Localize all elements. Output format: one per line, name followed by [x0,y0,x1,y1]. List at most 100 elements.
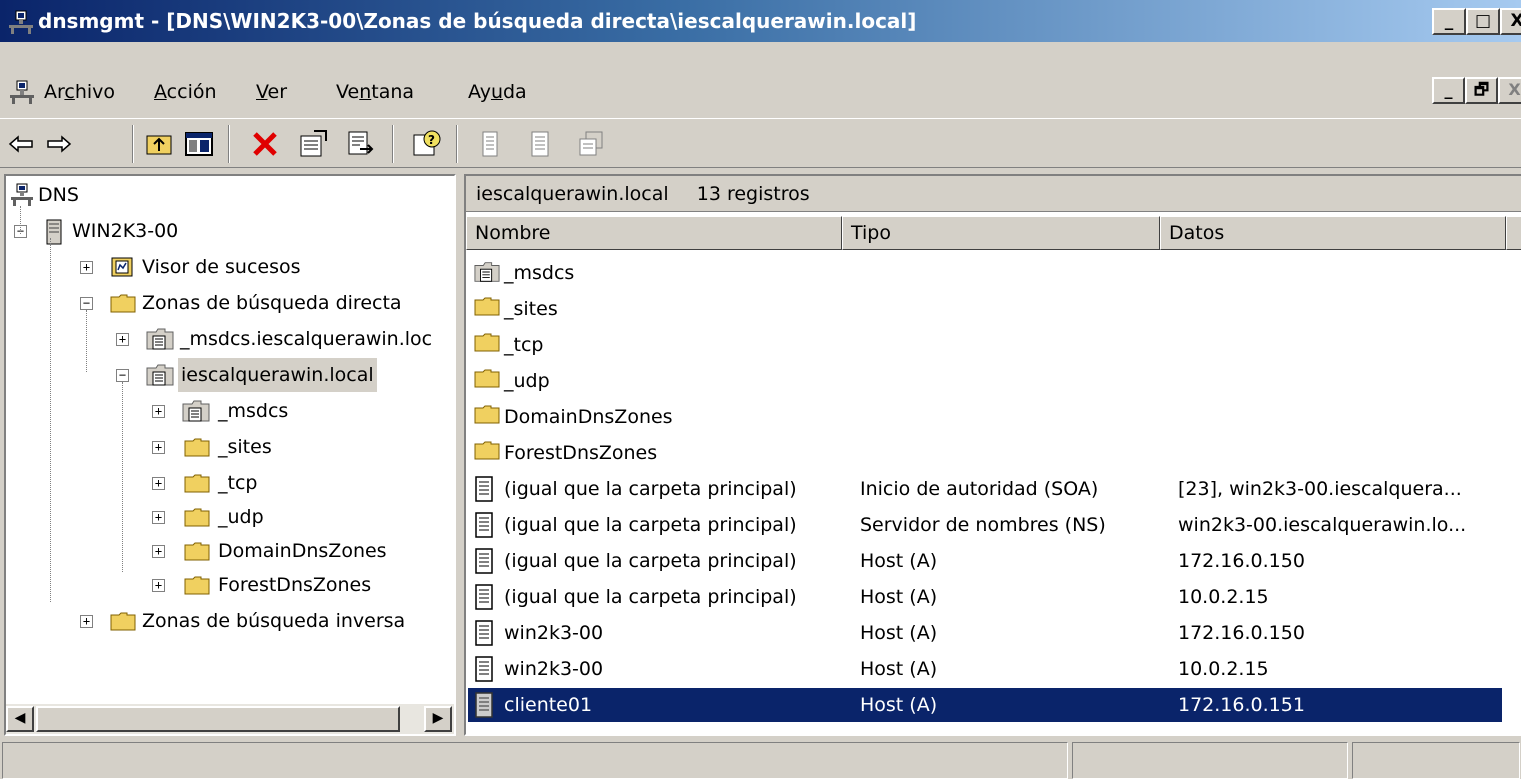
back-icon[interactable] [4,127,38,161]
tree-item-sites[interactable]: + _sites [6,430,446,464]
record-name: (igual que la carpeta principal) [504,478,797,500]
tree-item-label: _tcp [218,472,258,494]
list-item[interactable]: (igual que la carpeta principal) Host (A)… [468,544,1502,578]
horizontal-scrollbar[interactable]: ◀ ▶ [6,704,454,734]
column-header-datos[interactable]: Datos [1160,216,1506,250]
up-folder-icon[interactable] [142,127,176,161]
minimize-button[interactable]: _ [1432,8,1466,35]
list-item[interactable]: (igual que la carpeta principal) Servidor… [468,508,1502,542]
list-item[interactable]: cliente01 Host (A) 172.16.0.151 [468,688,1502,722]
tree-item-domaindnszones[interactable]: + DomainDnsZones [6,534,446,568]
forward-icon[interactable] [42,127,76,161]
show-hide-tree-icon[interactable] [182,127,216,161]
child-close-button[interactable]: X [1498,77,1521,104]
menu-archivo[interactable]: Archivo [44,72,115,112]
tree-item-forestdnszones[interactable]: + ForestDnsZones [6,568,446,602]
list-item[interactable]: (igual que la carpeta principal) Host (A)… [468,580,1502,614]
maximize-button[interactable]: □ [1466,8,1500,35]
tree-item-tcp[interactable]: + _tcp [6,466,446,500]
new-zone-icon[interactable] [574,127,608,161]
list-item[interactable]: ForestDnsZones [468,436,1502,470]
tree-item-msdcs[interactable]: + _msdcs [6,394,446,428]
scroll-right-icon[interactable]: ▶ [424,706,452,732]
folder-icon [184,508,210,527]
record-type: Host (A) [860,694,938,716]
tree-item-label: _msdcs.iescalquerawin.loc [180,328,433,350]
event-viewer-icon [111,257,133,277]
new-record-2-icon[interactable] [524,127,558,161]
menu-accion[interactable]: Acción [154,72,217,112]
expand-icon[interactable]: + [80,261,93,274]
expand-icon[interactable]: + [116,333,129,346]
scroll-left-icon[interactable]: ◀ [6,706,34,732]
column-header-nombre[interactable]: Nombre [466,216,842,250]
tree-item-dns[interactable]: DNS [6,178,446,212]
help-icon[interactable]: ? [410,127,444,161]
expand-icon[interactable]: + [152,579,165,592]
expand-icon[interactable]: + [152,441,165,454]
expand-icon[interactable]: + [152,545,165,558]
zone-icon [474,260,500,284]
toolbar-separator [228,125,230,163]
results-pane[interactable]: iescalquerawin.local 13 registros Nombre… [464,174,1521,736]
tree-item-zonas-inversa[interactable]: + Zonas de búsqueda inversa [6,604,446,638]
folder-icon [474,296,500,316]
expand-icon[interactable]: + [152,511,165,524]
expand-icon[interactable]: + [152,405,165,418]
record-name: _udp [504,370,550,392]
tree-item-server[interactable]: − WIN2K3-00 [6,214,446,248]
expand-icon[interactable]: + [152,477,165,490]
scroll-thumb[interactable] [36,706,400,732]
tree-item-udp[interactable]: + _udp [6,500,446,534]
tree-item-visor-sucesos[interactable]: + Visor de sucesos [6,250,446,284]
tree-item-label: DNS [38,184,79,206]
child-minimize-button[interactable]: _ [1432,77,1465,104]
menu-ventana[interactable]: Ventana [336,72,414,112]
dns-app-icon [9,10,33,34]
list-item[interactable]: win2k3-00 Host (A) 172.16.0.150 [468,616,1502,650]
folder-icon [474,368,500,388]
child-restore-button[interactable]: 🗗 [1465,77,1498,104]
tree-item-msdcs-zone[interactable]: + _msdcs.iescalquerawin.loc [6,322,454,356]
record-type: Host (A) [860,622,938,644]
folder-icon [474,332,500,352]
list-item[interactable]: _sites [468,292,1502,326]
results-header: iescalquerawin.local 13 registros [466,176,1521,212]
close-button[interactable]: X [1500,8,1521,35]
list-item[interactable]: win2k3-00 Host (A) 10.0.2.15 [468,652,1502,686]
expand-icon[interactable]: + [80,615,93,628]
tree-item-label: Zonas de búsqueda inversa [142,610,406,632]
export-list-icon[interactable] [344,127,378,161]
list-item[interactable]: _tcp [468,328,1502,362]
tree-item-zonas-directa[interactable]: − Zonas de búsqueda directa [6,286,446,320]
tree-item-label: WIN2K3-00 [72,220,179,242]
list-item[interactable]: _msdcs [468,256,1502,290]
column-header-tipo[interactable]: Tipo [842,216,1160,250]
menu-ayuda[interactable]: Ayuda [468,72,527,112]
title-bar[interactable]: dnsmgmt - [DNS\WIN2K3-00\Zonas de búsque… [0,0,1521,42]
list-item[interactable]: _udp [468,364,1502,398]
zone-name-label: iescalquerawin.local [476,183,669,205]
record-data: [23], win2k3-00.iescalquera... [1178,478,1462,500]
delete-icon[interactable] [248,127,282,161]
record-type: Host (A) [860,550,938,572]
record-type: Inicio de autoridad (SOA) [860,478,1099,500]
list-item[interactable]: DomainDnsZones [468,400,1502,434]
mmc-window: dnsmgmt - [DNS\WIN2K3-00\Zonas de búsque… [0,0,1521,779]
console-tree[interactable]: DNS − WIN2K3-00 + Visor de sucesos − Zon… [4,174,456,736]
collapse-icon[interactable]: − [80,297,93,310]
tree-item-label: Visor de sucesos [142,256,301,278]
list-item[interactable]: (igual que la carpeta principal) Inicio d… [468,472,1502,506]
record-name: (igual que la carpeta principal) [504,586,797,608]
collapse-icon[interactable]: − [116,369,129,382]
new-record-icon[interactable] [474,127,508,161]
record-icon [474,656,494,682]
tree-item-iescalquerawin[interactable]: − iescalquerawin.local [6,358,446,392]
properties-icon[interactable] [296,127,330,161]
record-name: (igual que la carpeta principal) [504,550,797,572]
status-bar [0,740,1521,779]
menu-ver[interactable]: Ver [256,72,287,112]
svg-text:?: ? [428,133,435,147]
record-icon [474,512,494,538]
tree-item-label: iescalquerawin.local [178,358,377,392]
